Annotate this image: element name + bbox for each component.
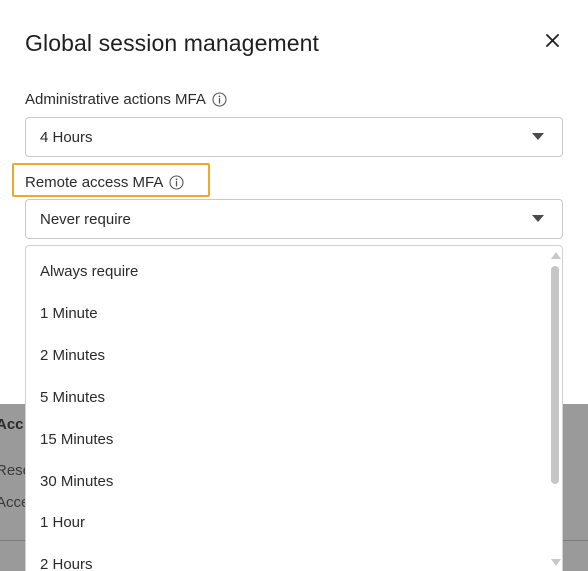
dropdown-option[interactable]: 1 Minute — [40, 305, 98, 322]
dropdown-option[interactable]: 15 Minutes — [40, 431, 113, 448]
close-icon — [545, 33, 559, 47]
remote-access-mfa-select[interactable]: Never require — [25, 199, 563, 239]
remote-access-mfa-label-text: Remote access MFA — [25, 174, 164, 191]
admin-actions-mfa-select[interactable]: 4 Hours — [25, 117, 563, 157]
dropdown-option[interactable]: 1 Hour — [40, 514, 85, 531]
screen: Acc Rese Acce Global session management … — [0, 0, 588, 571]
scroll-down-arrow-icon[interactable] — [551, 559, 561, 566]
select-value: 4 Hours — [40, 129, 93, 146]
dialog-title: Global session management — [25, 30, 319, 56]
caret-down-icon — [532, 215, 544, 222]
dropdown-option[interactable]: 5 Minutes — [40, 389, 105, 406]
caret-down-icon — [532, 133, 544, 140]
dropdown-scrollbar[interactable] — [548, 246, 562, 571]
scroll-up-arrow-icon[interactable] — [551, 252, 561, 259]
admin-actions-mfa-label-text: Administrative actions MFA — [25, 91, 206, 108]
dropdown-option[interactable]: Always require — [40, 263, 138, 280]
info-icon[interactable] — [212, 92, 227, 107]
info-icon[interactable] — [169, 175, 184, 190]
select-value: Never require — [40, 211, 131, 228]
admin-actions-mfa-label: Administrative actions MFA — [25, 91, 227, 108]
remote-access-mfa-options: Always require 1 Minute 2 Minutes 5 Minu… — [25, 245, 563, 571]
dropdown-option[interactable]: 2 Hours — [40, 556, 93, 571]
background-heading: Acc — [0, 416, 24, 433]
dropdown-option[interactable]: 2 Minutes — [40, 347, 105, 364]
remote-access-mfa-label: Remote access MFA — [25, 174, 184, 191]
dropdown-option[interactable]: 30 Minutes — [40, 473, 113, 490]
close-button[interactable] — [540, 28, 564, 52]
scrollbar-thumb[interactable] — [551, 266, 559, 484]
